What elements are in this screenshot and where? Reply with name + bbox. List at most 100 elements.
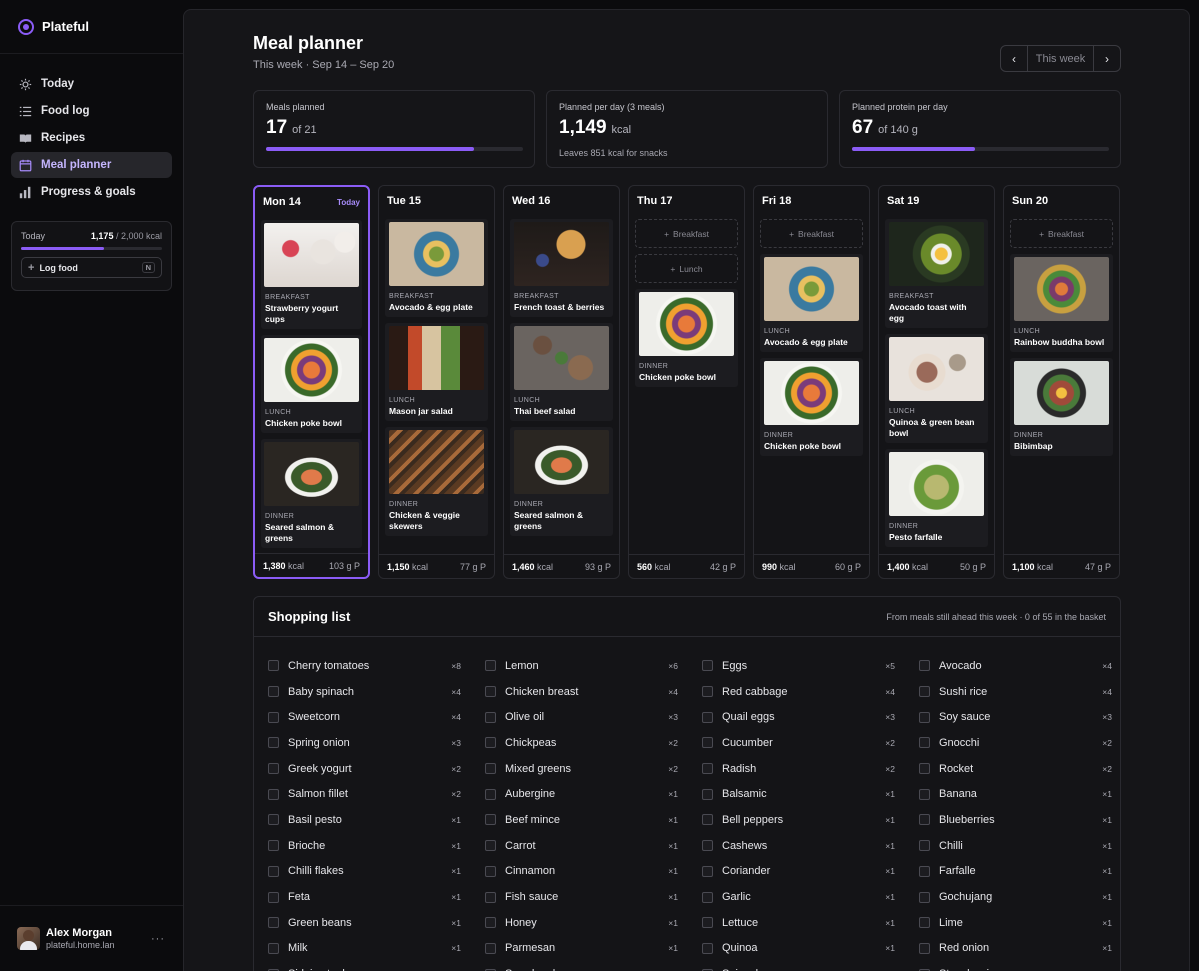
nav-item-progress-goals[interactable]: Progress & goals xyxy=(11,179,172,205)
checkbox[interactable] xyxy=(268,891,279,903)
shopping-item[interactable]: Fish sauce ×1 xyxy=(485,884,678,910)
shopping-item[interactable]: Chicken breast ×4 xyxy=(485,679,678,705)
shopping-item[interactable]: Cherry tomatoes ×8 xyxy=(268,653,461,679)
checkbox[interactable] xyxy=(702,917,713,929)
shopping-item[interactable]: Sourdough×1 xyxy=(485,961,678,971)
checkbox[interactable] xyxy=(702,711,713,723)
checkbox[interactable] xyxy=(702,763,713,775)
shopping-item[interactable]: Gochujang ×1 xyxy=(919,884,1112,910)
checkbox[interactable] xyxy=(268,840,279,852)
shopping-item[interactable]: Olive oil ×3 xyxy=(485,704,678,730)
shopping-item[interactable]: Greek yogurt ×2 xyxy=(268,756,461,782)
shopping-item[interactable]: Coriander ×1 xyxy=(702,859,895,885)
prev-week-button[interactable]: ‹ xyxy=(1001,46,1027,71)
add-meal-slot[interactable]: + Breakfast xyxy=(635,219,738,248)
shopping-item[interactable]: Milk ×1 xyxy=(268,936,461,962)
shopping-item[interactable]: Chickpeas ×2 xyxy=(485,730,678,756)
add-meal-slot[interactable]: + Lunch xyxy=(635,254,738,283)
meal-card[interactable]: BREAKFAST French toast & berries xyxy=(510,219,613,317)
shopping-item[interactable]: Sweetcorn ×4 xyxy=(268,704,461,730)
nav-item-recipes[interactable]: Recipes xyxy=(11,125,172,151)
nav-item-meal-planner[interactable]: Meal planner xyxy=(11,152,172,178)
checkbox[interactable] xyxy=(485,711,496,723)
checkbox[interactable] xyxy=(702,865,713,877)
checkbox[interactable] xyxy=(268,660,279,672)
meal-card[interactable]: DINNER Chicken & veggie skewers xyxy=(385,427,488,536)
checkbox[interactable] xyxy=(702,814,713,826)
checkbox[interactable] xyxy=(268,763,279,775)
shopping-item[interactable]: Chilli flakes ×1 xyxy=(268,859,461,885)
checkbox[interactable] xyxy=(702,942,713,954)
meal-card[interactable]: DINNER Bibimbap xyxy=(1010,358,1113,456)
shopping-item[interactable]: Blueberries ×1 xyxy=(919,807,1112,833)
checkbox[interactable] xyxy=(485,865,496,877)
meal-card[interactable]: BREAKFAST Avocado toast with egg xyxy=(885,219,988,328)
meal-card[interactable]: LUNCH Thai beef salad xyxy=(510,323,613,421)
meal-card[interactable]: LUNCH Avocado & egg plate xyxy=(760,254,863,352)
checkbox[interactable] xyxy=(485,763,496,775)
shopping-item[interactable]: Red onion ×1 xyxy=(919,936,1112,962)
shopping-item[interactable]: Lettuce ×1 xyxy=(702,910,895,936)
shopping-item[interactable]: Bell peppers ×1 xyxy=(702,807,895,833)
checkbox[interactable] xyxy=(268,737,279,749)
checkbox[interactable] xyxy=(268,917,279,929)
shopping-item[interactable]: Brioche ×1 xyxy=(268,833,461,859)
shopping-item[interactable]: Quail eggs ×3 xyxy=(702,704,895,730)
shopping-item[interactable]: Cucumber ×2 xyxy=(702,730,895,756)
checkbox[interactable] xyxy=(485,891,496,903)
this-week-button[interactable]: This week xyxy=(1027,46,1094,71)
more-options-icon[interactable]: ··· xyxy=(151,933,165,945)
shopping-item[interactable]: Aubergine ×1 xyxy=(485,781,678,807)
checkbox[interactable] xyxy=(702,891,713,903)
checkbox[interactable] xyxy=(702,840,713,852)
checkbox[interactable] xyxy=(485,840,496,852)
shopping-item[interactable]: Mixed greens ×2 xyxy=(485,756,678,782)
shopping-item[interactable]: Honey ×1 xyxy=(485,910,678,936)
checkbox[interactable] xyxy=(919,763,930,775)
checkbox[interactable] xyxy=(919,814,930,826)
meal-card[interactable]: LUNCH Chicken poke bowl xyxy=(261,335,362,433)
shopping-item[interactable]: Lime ×1 xyxy=(919,910,1112,936)
checkbox[interactable] xyxy=(268,942,279,954)
checkbox[interactable] xyxy=(919,840,930,852)
checkbox[interactable] xyxy=(485,917,496,929)
meal-card[interactable]: DINNER Chicken poke bowl xyxy=(760,358,863,456)
checkbox[interactable] xyxy=(485,788,496,800)
shopping-item[interactable]: Spinach×1 xyxy=(702,961,895,971)
checkbox[interactable] xyxy=(919,711,930,723)
checkbox[interactable] xyxy=(485,660,496,672)
meal-card[interactable]: LUNCH Rainbow buddha bowl xyxy=(1010,254,1113,352)
add-meal-slot[interactable]: + Breakfast xyxy=(760,219,863,248)
checkbox[interactable] xyxy=(919,865,930,877)
shopping-item[interactable]: Gnocchi ×2 xyxy=(919,730,1112,756)
shopping-item[interactable]: Sushi rice ×4 xyxy=(919,679,1112,705)
shopping-item[interactable]: Salmon fillet ×2 xyxy=(268,781,461,807)
checkbox[interactable] xyxy=(268,814,279,826)
checkbox[interactable] xyxy=(485,814,496,826)
shopping-item[interactable]: Quinoa ×1 xyxy=(702,936,895,962)
checkbox[interactable] xyxy=(919,942,930,954)
shopping-item[interactable]: Green beans ×1 xyxy=(268,910,461,936)
shopping-item[interactable]: Cinnamon ×1 xyxy=(485,859,678,885)
checkbox[interactable] xyxy=(702,660,713,672)
meal-card[interactable]: DINNER Seared salmon & greens xyxy=(510,427,613,536)
shopping-item[interactable]: Banana ×1 xyxy=(919,781,1112,807)
shopping-item[interactable]: Spring onion ×3 xyxy=(268,730,461,756)
shopping-item[interactable]: Rocket ×2 xyxy=(919,756,1112,782)
meal-card[interactable]: BREAKFAST Avocado & egg plate xyxy=(385,219,488,317)
add-meal-slot[interactable]: + Breakfast xyxy=(1010,219,1113,248)
next-week-button[interactable]: › xyxy=(1094,46,1120,71)
checkbox[interactable] xyxy=(919,788,930,800)
shopping-item[interactable]: Radish ×2 xyxy=(702,756,895,782)
checkbox[interactable] xyxy=(485,737,496,749)
shopping-item[interactable]: Sirloin steak×1 xyxy=(268,961,461,971)
shopping-item[interactable]: Red cabbage ×4 xyxy=(702,679,895,705)
checkbox[interactable] xyxy=(268,788,279,800)
meal-card[interactable]: LUNCH Mason jar salad xyxy=(385,323,488,421)
checkbox[interactable] xyxy=(268,686,279,698)
shopping-item[interactable]: Beef mince ×1 xyxy=(485,807,678,833)
checkbox[interactable] xyxy=(919,891,930,903)
shopping-item[interactable]: Avocado ×4 xyxy=(919,653,1112,679)
meal-card[interactable]: BREAKFAST Strawberry yogurt cups xyxy=(261,220,362,329)
user-profile[interactable]: Alex Morgan plateful.home.lan ··· xyxy=(0,905,183,971)
